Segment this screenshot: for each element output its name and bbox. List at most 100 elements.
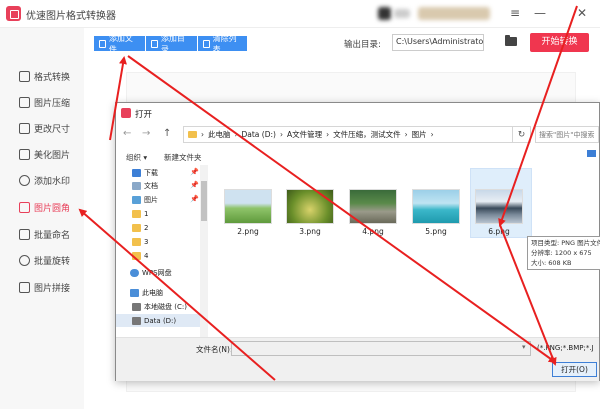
breadcrumb-item[interactable]: A文件管理 xyxy=(287,129,322,140)
new-folder-button[interactable]: 新建文件夹 xyxy=(164,152,202,163)
nav-item-folder-4[interactable]: 4 xyxy=(132,249,148,262)
nav-item-downloads[interactable]: 下载 xyxy=(132,166,158,179)
nav-label: 图片 xyxy=(144,195,158,204)
chevron-down-icon[interactable]: ▾ xyxy=(522,343,526,351)
tooltip-size: 大小: 608 KB xyxy=(531,259,572,267)
clear-list-label: 清除列表 xyxy=(212,33,237,54)
file-thumbnail-4[interactable] xyxy=(349,189,397,224)
nav-item-folder-2[interactable]: 2 xyxy=(132,221,148,234)
tooltip-resolution: 分辨率: 1200 x 675 xyxy=(531,249,592,257)
watermark-icon xyxy=(19,174,30,186)
start-convert-button[interactable]: 开始转换 xyxy=(530,33,589,52)
address-bar[interactable]: › 此电脑 › Data (D:) › A文件管理 › 文件压缩，测试文件 › 图片 › xyxy=(183,126,513,143)
output-dir-label: 输出目录: xyxy=(344,40,381,50)
file-name-2[interactable]: 2.png xyxy=(218,227,278,236)
nav-item-folder-1[interactable]: 1 xyxy=(132,207,148,220)
nav-item-this-pc[interactable]: 此电脑 xyxy=(130,286,163,299)
sidebar-item-label: 图片拼接 xyxy=(34,283,71,294)
view-options-icon[interactable] xyxy=(587,150,596,157)
round-corner-icon xyxy=(19,201,30,213)
dialog-search-input[interactable]: 搜索"图片"中搜索 xyxy=(535,126,599,143)
trash-icon xyxy=(203,39,210,48)
back-icon[interactable]: ← xyxy=(123,128,131,139)
pin-icon: 📌 xyxy=(190,195,199,203)
filename-input[interactable] xyxy=(231,341,531,356)
stitch-icon xyxy=(19,281,30,293)
sidebar-item-watermark[interactable]: 添加水印 xyxy=(0,168,84,192)
nav-label: WPS网盘 xyxy=(142,268,172,277)
breadcrumb-item[interactable]: 文件压缩，测试文件 xyxy=(333,129,401,140)
nav-label: 此电脑 xyxy=(142,288,163,297)
refresh-icon[interactable]: ↻ xyxy=(513,126,531,143)
forward-icon[interactable]: → xyxy=(142,128,150,139)
nav-item-drive-c[interactable]: 本地磁盘 (C:) xyxy=(132,300,187,313)
sidebar-item-batch-rotate[interactable]: 批量旋转 xyxy=(0,248,84,272)
download-icon xyxy=(132,168,141,177)
sidebar-item-label: 批量旋转 xyxy=(34,256,71,267)
file-name-6[interactable]: 6.png xyxy=(469,227,529,236)
add-file-button[interactable]: 添加文件 xyxy=(94,34,145,54)
sidebar-item-round-corner[interactable]: 图片圆角 xyxy=(0,195,84,219)
dialog-title-bar xyxy=(116,103,599,123)
add-file-label: 添加文件 xyxy=(108,33,133,54)
nav-label: Data (D:) xyxy=(144,316,177,325)
sidebar-item-label: 格式转换 xyxy=(34,72,71,83)
nav-item-drive-d[interactable]: Data (D:) xyxy=(116,314,208,327)
folder-icon xyxy=(132,209,141,218)
nav-scrollbar-thumb[interactable] xyxy=(201,181,207,221)
breadcrumb-item[interactable]: 此电脑 xyxy=(208,129,231,140)
sidebar-item-beautify[interactable]: 美化图片 xyxy=(0,142,84,166)
add-folder-label: 添加目录 xyxy=(160,33,185,54)
add-folder-button[interactable]: 添加目录 xyxy=(146,34,197,54)
minimize-icon[interactable]: — xyxy=(531,4,549,22)
sidebar: 格式转换 图片压缩 更改尺寸 美化图片 添加水印 图片圆角 批量命名 批量旋转 … xyxy=(0,28,84,409)
sidebar-item-label: 批量命名 xyxy=(34,230,71,241)
nav-item-pictures[interactable]: 图片 xyxy=(132,193,158,206)
cloud-icon xyxy=(130,268,139,277)
file-thumbnail-2[interactable] xyxy=(224,189,272,224)
file-name-5[interactable]: 5.png xyxy=(406,227,466,236)
compress-icon xyxy=(19,96,30,108)
open-button[interactable]: 打开(O) xyxy=(552,362,597,377)
open-file-dialog: 打开 ← → ↑ › 此电脑 › Data (D:) › A文件管理 › 文件压缩，测… xyxy=(115,102,600,381)
breadcrumb-item[interactable]: 图片 xyxy=(412,129,427,140)
folder-icon xyxy=(132,223,141,232)
breadcrumb-sep: › xyxy=(404,130,408,139)
sidebar-item-format-convert[interactable]: 格式转换 xyxy=(0,64,84,88)
sidebar-item-resize[interactable]: 更改尺寸 xyxy=(0,116,84,140)
nav-item-folder-3[interactable]: 3 xyxy=(132,235,148,248)
sidebar-item-stitch[interactable]: 图片拼接 xyxy=(0,275,84,299)
nav-label: 本地磁盘 (C:) xyxy=(144,302,187,311)
nav-item-wps-cloud[interactable]: WPS网盘 xyxy=(130,266,172,279)
user-info-blurred xyxy=(394,9,410,18)
organize-menu[interactable]: 组织 ▾ xyxy=(126,152,147,163)
file-thumbnail-3[interactable] xyxy=(286,189,334,224)
file-name-4[interactable]: 4.png xyxy=(343,227,403,236)
menu-icon[interactable]: ≡ xyxy=(506,4,524,22)
file-thumbnail-5[interactable] xyxy=(412,189,460,224)
breadcrumb-sep: › xyxy=(326,130,330,139)
clear-list-button[interactable]: 清除列表 xyxy=(198,34,247,54)
sidebar-item-batch-rename[interactable]: 批量命名 xyxy=(0,222,84,246)
breadcrumb-item[interactable]: Data (D:) xyxy=(242,130,276,139)
app-title: 优速图片格式转换器 xyxy=(26,11,116,22)
nav-label: 3 xyxy=(144,237,149,246)
output-dir-field[interactable]: C:\Users\Administrator\ xyxy=(392,34,484,51)
browse-folder-icon[interactable] xyxy=(505,35,517,46)
sidebar-item-label: 更改尺寸 xyxy=(34,124,71,135)
nav-item-documents[interactable]: 文档 xyxy=(132,179,158,192)
folder-icon xyxy=(132,237,141,246)
beautify-icon xyxy=(19,148,30,160)
file-name-3[interactable]: 3.png xyxy=(280,227,340,236)
sidebar-item-label: 美化图片 xyxy=(34,150,71,161)
close-icon[interactable]: ✕ xyxy=(573,4,591,22)
resize-icon xyxy=(19,122,30,134)
file-type-filter[interactable]: (*.PNG;*.BMP;*.J xyxy=(537,344,600,352)
sidebar-item-compress[interactable]: 图片压缩 xyxy=(0,90,84,114)
nav-label: 1 xyxy=(144,209,149,218)
nav-label: 2 xyxy=(144,223,149,232)
up-icon[interactable]: ↑ xyxy=(163,128,171,139)
file-thumbnail-6[interactable] xyxy=(475,189,523,224)
user-avatar[interactable] xyxy=(378,7,391,20)
sidebar-item-label: 添加水印 xyxy=(34,176,71,187)
